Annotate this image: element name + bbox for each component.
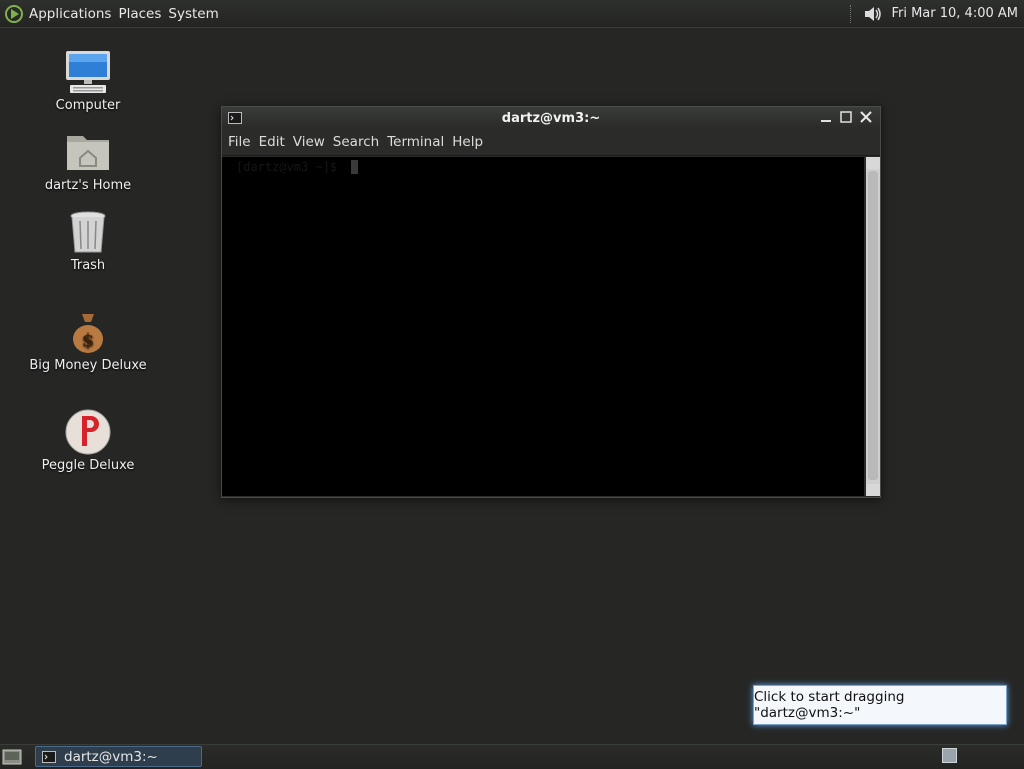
terminal-cursor (351, 160, 358, 174)
terminal-prompt: [dartz@vm3 ~]$ (236, 160, 345, 174)
clock[interactable]: Fri Mar 10, 4:00 AM (891, 6, 1018, 21)
desktop-icon-label: Computer (55, 98, 121, 113)
desktop-icon-computer[interactable]: Computer (18, 48, 158, 113)
taskbar-button-terminal[interactable]: dartz@vm3:~ (35, 746, 202, 767)
distro-logo-icon[interactable] (5, 4, 23, 23)
desktop-icon-peggle[interactable]: Peggle Deluxe (18, 408, 158, 473)
peggle-icon (65, 409, 111, 455)
scrollbar-thumb[interactable] (868, 171, 878, 480)
drag-tooltip: Click to start dragging "dartz@vm3:~" (753, 685, 1007, 725)
menu-search[interactable]: Search (333, 134, 379, 150)
scroll-up-arrow-icon[interactable] (866, 157, 880, 169)
close-icon (860, 111, 872, 123)
terminal-icon (42, 750, 56, 763)
taskbar-button-label: dartz@vm3:~ (64, 748, 158, 765)
window-titlebar[interactable]: dartz@vm3:~ (222, 107, 880, 129)
menu-edit[interactable]: Edit (259, 134, 285, 150)
menu-system[interactable]: System (168, 6, 218, 22)
workspace-switcher[interactable] (942, 748, 957, 763)
window-title: dartz@vm3:~ (501, 110, 601, 126)
svg-text:$: $ (82, 330, 95, 351)
terminal-icon[interactable] (228, 112, 242, 124)
top-panel: Applications Places System Fri Mar 10, 4… (0, 0, 1024, 28)
menu-terminal[interactable]: Terminal (387, 134, 444, 150)
money-bag-icon: $ (73, 314, 103, 353)
minimize-button[interactable] (818, 109, 834, 125)
terminal-menubar: File Edit View Search Terminal Help (222, 129, 880, 156)
menu-file[interactable]: File (228, 134, 251, 150)
desktop-icon-trash[interactable]: Trash (18, 208, 158, 273)
menu-help[interactable]: Help (452, 134, 483, 150)
desktop-icon-label: Peggle Deluxe (41, 458, 135, 473)
trash-icon (70, 211, 106, 253)
panel-separator (850, 4, 855, 23)
minimize-icon (821, 120, 831, 122)
terminal-output-area[interactable]: [dartz@vm3 ~]$ (222, 157, 864, 496)
computer-icon (66, 51, 110, 93)
desktop-icon-home[interactable]: dartz's Home (18, 128, 158, 193)
menu-applications[interactable]: Applications (29, 6, 111, 22)
terminal-window[interactable]: dartz@vm3:~ File Edit View Search Termin… (221, 106, 881, 498)
scroll-down-arrow-icon[interactable] (866, 484, 880, 496)
bottom-panel: dartz@vm3:~ (0, 744, 1024, 769)
desktop-icon-big-money[interactable]: $ Big Money Deluxe (18, 308, 158, 373)
close-button[interactable] (858, 109, 874, 125)
desktop-icon-label: dartz's Home (44, 178, 132, 193)
volume-icon[interactable] (863, 4, 883, 24)
home-folder-icon (67, 136, 109, 170)
maximize-icon (840, 111, 852, 123)
menu-view[interactable]: View (293, 134, 325, 150)
desktop-icon-label: Big Money Deluxe (29, 358, 147, 373)
show-desktop-icon[interactable] (2, 748, 22, 766)
menu-places[interactable]: Places (118, 6, 161, 22)
desktop-icon-label: Trash (70, 258, 106, 273)
maximize-button[interactable] (838, 109, 854, 125)
vertical-scrollbar[interactable] (866, 157, 880, 496)
